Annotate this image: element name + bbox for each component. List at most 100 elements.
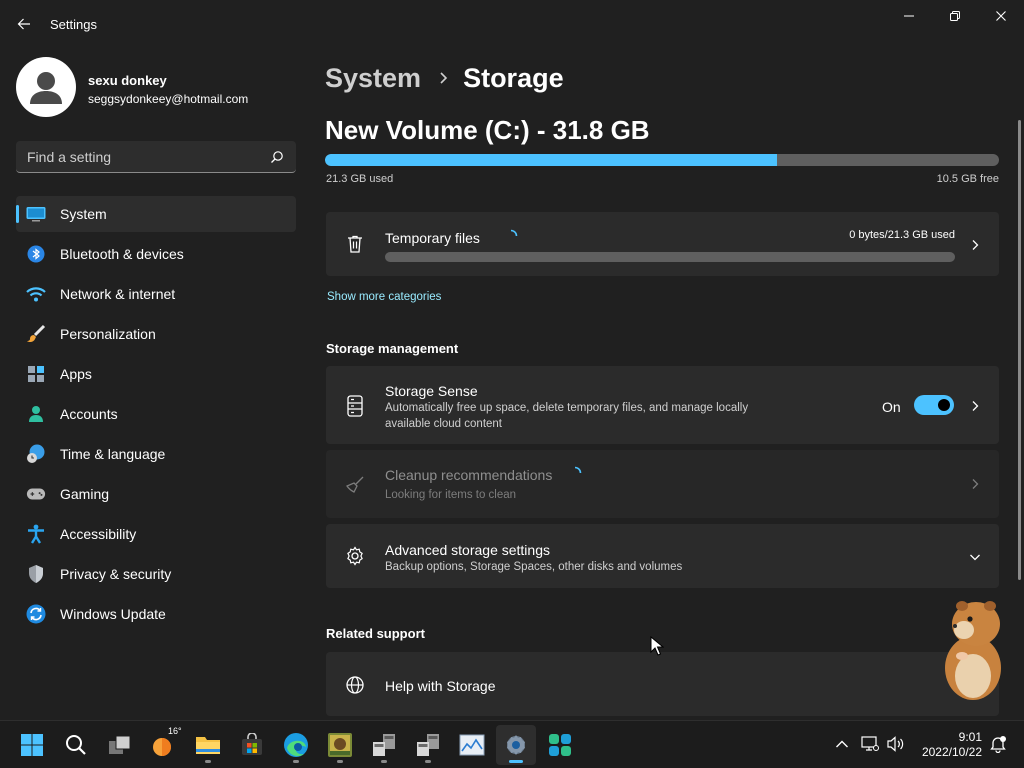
weather-temperature: 16° bbox=[168, 726, 182, 736]
temporary-files-bar bbox=[385, 252, 955, 262]
gear-icon bbox=[344, 545, 366, 567]
volume-tray-button[interactable] bbox=[886, 735, 906, 753]
storage-sense-description: Automatically free up space, delete temp… bbox=[385, 402, 749, 430]
clock-date: 2022/10/22 bbox=[921, 745, 982, 759]
help-with-storage-title: Help with Storage bbox=[385, 678, 496, 694]
network-tray-button[interactable] bbox=[860, 735, 880, 753]
used-space-label: 21.3 GB used bbox=[326, 173, 394, 185]
temporary-files-card[interactable]: Temporary files 0 bytes/21.3 GB used bbox=[326, 212, 999, 276]
running-indicator bbox=[381, 760, 387, 763]
sidebar-item-label: Personalization bbox=[60, 326, 156, 342]
running-indicator bbox=[337, 760, 343, 763]
cleanup-recommendations-card[interactable]: Cleanup recommendations Looking for item… bbox=[326, 450, 999, 518]
sidebar-item-label: Time & language bbox=[60, 446, 166, 462]
edge-browser-button[interactable] bbox=[276, 725, 316, 765]
breadcrumb-parent[interactable]: System bbox=[325, 63, 421, 94]
virtual-machine-button-2[interactable] bbox=[408, 725, 448, 765]
loading-spinner-icon bbox=[568, 466, 582, 480]
search-box bbox=[16, 141, 296, 173]
free-space-label: 10.5 GB free bbox=[936, 173, 999, 185]
taskbar-search-button[interactable] bbox=[56, 725, 96, 765]
sidebar-item-personalization[interactable]: Personalization bbox=[16, 316, 296, 352]
show-hidden-icons-button[interactable] bbox=[834, 735, 850, 753]
taskbar-clock[interactable]: 9:01 2022/10/22 bbox=[914, 730, 982, 760]
cleanup-recommendations-title: Cleanup recommendations bbox=[385, 467, 553, 483]
hamster-image bbox=[945, 601, 1001, 700]
running-indicator bbox=[205, 760, 211, 763]
chevron-right-icon bbox=[440, 72, 448, 84]
clover-app-icon bbox=[549, 734, 571, 756]
broom-icon bbox=[344, 474, 366, 496]
pinned-app-button[interactable] bbox=[540, 725, 580, 765]
sidebar-item-network[interactable]: Network & internet bbox=[16, 276, 296, 312]
person-placeholder-icon bbox=[30, 72, 62, 104]
notifications-button[interactable] bbox=[988, 735, 1008, 753]
help-with-storage-card[interactable]: Help with Storage bbox=[326, 652, 999, 716]
shield-icon bbox=[26, 564, 46, 584]
performance-monitor-button[interactable] bbox=[452, 725, 492, 765]
back-button[interactable] bbox=[12, 12, 36, 36]
show-more-categories-link[interactable]: Show more categories bbox=[327, 291, 441, 303]
wifi-icon bbox=[26, 284, 46, 304]
trash-icon bbox=[344, 233, 366, 255]
virtual-machine-button-1[interactable] bbox=[364, 725, 404, 765]
virtual-machine-icon bbox=[373, 734, 395, 756]
sidebar-item-label: Bluetooth & devices bbox=[60, 246, 184, 262]
advanced-storage-settings-description: Backup options, Storage Spaces, other di… bbox=[385, 561, 683, 573]
profile-email: seggsydonkeey@hotmail.com bbox=[88, 92, 249, 106]
profile-name: sexu donkey bbox=[88, 73, 167, 88]
folder-icon bbox=[196, 737, 220, 754]
gamepad-icon bbox=[26, 484, 46, 504]
temporary-files-title: Temporary files bbox=[385, 230, 480, 246]
sidebar-item-label: Apps bbox=[60, 366, 92, 382]
related-support-heading: Related support bbox=[326, 626, 425, 641]
advanced-storage-settings-card[interactable]: Advanced storage settings Backup options… bbox=[326, 524, 999, 588]
storage-sense-toggle[interactable] bbox=[914, 395, 954, 415]
sidebar-item-accounts[interactable]: Accounts bbox=[16, 396, 296, 432]
search-icon[interactable] bbox=[270, 150, 284, 164]
sidebar-item-gaming[interactable]: Gaming bbox=[16, 476, 296, 512]
page-title: Storage bbox=[463, 62, 564, 93]
user-profile[interactable]: sexu donkey seggsydonkeey@hotmail.com bbox=[16, 57, 296, 117]
sidebar-item-windows-update[interactable]: Windows Update bbox=[16, 596, 296, 632]
sidebar-item-label: Accessibility bbox=[60, 526, 137, 542]
storage-sense-card[interactable]: Storage Sense Automatically free up spac… bbox=[326, 366, 999, 444]
task-view-button[interactable] bbox=[100, 725, 140, 765]
notification-bell-icon bbox=[990, 736, 1006, 753]
back-arrow-icon bbox=[17, 18, 30, 30]
file-explorer-button[interactable] bbox=[188, 725, 228, 765]
sidebar-item-apps[interactable]: Apps bbox=[16, 356, 296, 392]
storage-management-heading: Storage management bbox=[326, 341, 459, 356]
running-indicator bbox=[293, 760, 299, 763]
taskbar: 16° 9:01 2022/10/22 bbox=[0, 720, 1024, 768]
scrollbar[interactable] bbox=[1018, 120, 1021, 580]
sidebar-item-privacy[interactable]: Privacy & security bbox=[16, 556, 296, 592]
sidebar-item-system[interactable]: System bbox=[16, 196, 296, 232]
globe-clock-icon bbox=[26, 444, 46, 464]
update-icon bbox=[26, 604, 46, 624]
minimize-icon bbox=[904, 15, 914, 17]
sidebar-item-bluetooth[interactable]: Bluetooth & devices bbox=[16, 236, 296, 272]
settings-app-button[interactable] bbox=[496, 725, 536, 765]
minimize-button[interactable] bbox=[886, 0, 932, 32]
search-icon bbox=[66, 735, 86, 755]
search-input[interactable] bbox=[16, 141, 266, 172]
chevron-right-icon[interactable] bbox=[969, 400, 981, 412]
restore-button[interactable] bbox=[932, 0, 978, 32]
account-icon bbox=[26, 404, 46, 424]
close-button[interactable] bbox=[978, 0, 1024, 32]
running-indicator bbox=[425, 760, 431, 763]
network-monitor-icon bbox=[861, 736, 879, 751]
storage-sense-toggle-label: On bbox=[882, 399, 901, 415]
restore-icon bbox=[950, 11, 960, 21]
sidebar-item-time-language[interactable]: Time & language bbox=[16, 436, 296, 472]
widgets-weather-button[interactable]: 16° bbox=[144, 725, 184, 765]
game-app-button[interactable] bbox=[320, 725, 360, 765]
apps-icon bbox=[26, 364, 46, 384]
sidebar-item-label: Privacy & security bbox=[60, 566, 172, 582]
sidebar-item-accessibility[interactable]: Accessibility bbox=[16, 516, 296, 552]
volume-title: New Volume (C:) - 31.8 GB bbox=[325, 115, 650, 145]
microsoft-store-button[interactable] bbox=[232, 725, 272, 765]
close-icon bbox=[996, 11, 1006, 21]
start-button[interactable] bbox=[12, 725, 52, 765]
